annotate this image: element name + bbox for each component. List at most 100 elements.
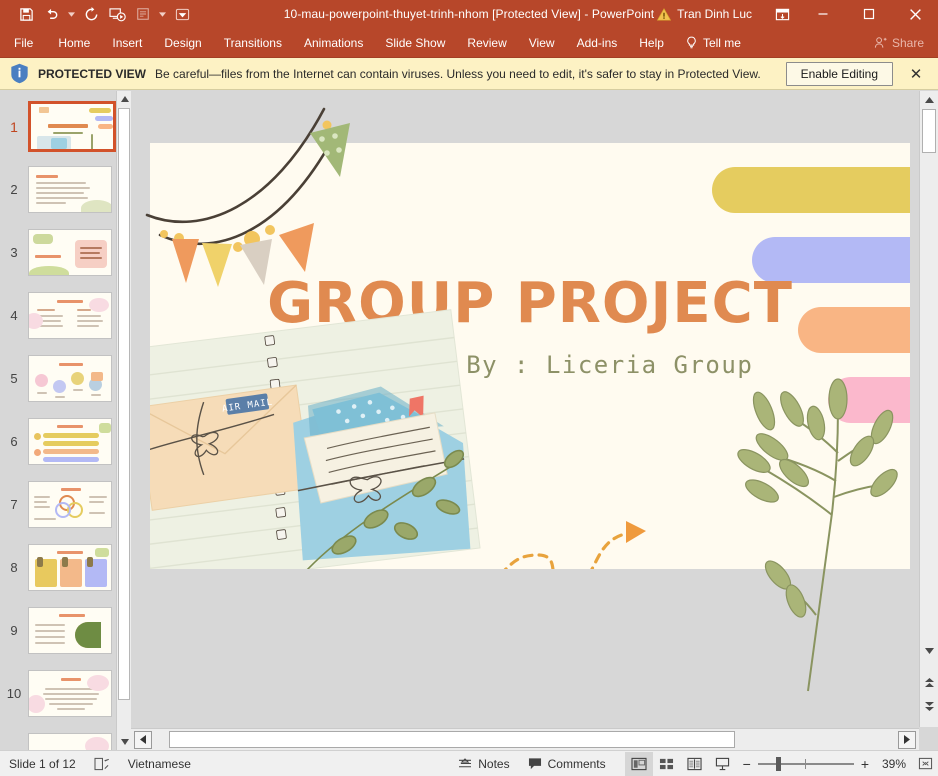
thumbnail-slide-5[interactable]: 5 [0, 347, 131, 410]
comments-button[interactable]: Comments [519, 751, 615, 776]
customize-qat-icon[interactable] [170, 3, 194, 25]
maximize-button[interactable] [846, 0, 892, 28]
protected-view-label: PROTECTED VIEW [38, 67, 146, 81]
slide-number-status[interactable]: Slide 1 of 12 [0, 751, 85, 776]
normal-view-button[interactable] [625, 752, 653, 776]
thumbnail-slide-8[interactable]: 8 [0, 536, 131, 599]
language-status[interactable]: Vietnamese [119, 751, 200, 776]
person-share-icon [874, 36, 887, 49]
tab-animations[interactable]: Animations [293, 28, 374, 57]
slide-sorter-icon [659, 757, 674, 771]
scroll-down-icon[interactable] [920, 642, 938, 659]
zoom-slider[interactable] [758, 763, 854, 765]
scroll-up-icon[interactable] [117, 91, 131, 107]
protected-view-message: Be careful—files from the Internet can c… [155, 67, 761, 81]
next-slide-button[interactable] [920, 698, 938, 715]
close-button[interactable] [892, 0, 938, 28]
thumbnail-slide-4[interactable]: 4 [0, 284, 131, 347]
slide-horizontal-scrollbar[interactable] [131, 728, 919, 750]
scroll-down-icon[interactable] [117, 734, 131, 750]
comments-label: Comments [548, 757, 606, 771]
minimize-button[interactable] [800, 0, 846, 28]
redo-icon[interactable] [79, 3, 103, 25]
thumbnail-number: 7 [0, 497, 28, 512]
fit-slide-to-window-button[interactable] [912, 752, 938, 776]
thumbnail-number: 9 [0, 623, 28, 638]
slide-sorter-view-button[interactable] [653, 752, 681, 776]
normal-view-icon [631, 757, 647, 771]
thumbnail-scrollbar[interactable] [116, 91, 131, 750]
tab-add-ins[interactable]: Add-ins [566, 28, 629, 57]
tab-insert[interactable]: Insert [101, 28, 153, 57]
scroll-up-icon[interactable] [920, 91, 938, 108]
thumbnail-slide-3[interactable]: 3 [0, 221, 131, 284]
slide-editing-area[interactable]: GROUP PROJECT Presented By : Liceria Gro… [131, 91, 919, 727]
botanical-branch-decoration [720, 365, 919, 695]
notes-button[interactable]: Notes [449, 751, 518, 776]
workspace: 1 2 [0, 91, 938, 750]
slide-thumbnail-pane[interactable]: 1 2 [0, 91, 131, 750]
thumbnail-preview [28, 229, 112, 276]
ribbon-display-options-icon[interactable] [764, 0, 800, 28]
vertical-scrollbar-thumb[interactable] [922, 109, 936, 153]
zoom-slider-handle[interactable] [776, 757, 781, 771]
tell-me-label: Tell me [703, 36, 741, 50]
touch-mode-dropdown-icon[interactable] [157, 3, 168, 25]
thumbnail-scrollbar-thumb[interactable] [118, 108, 130, 700]
slide-canvas[interactable]: GROUP PROJECT Presented By : Liceria Gro… [150, 143, 910, 569]
comment-icon [528, 757, 542, 770]
tab-home[interactable]: Home [47, 28, 101, 57]
zoom-percentage[interactable]: 39% [876, 757, 906, 771]
zoom-in-button[interactable]: + [861, 756, 869, 772]
tab-transitions[interactable]: Transitions [213, 28, 293, 57]
thumbnail-preview [28, 544, 112, 591]
thumbnail-preview [28, 292, 112, 339]
slide-show-view-button[interactable] [709, 752, 737, 776]
thumbnail-number: 6 [0, 434, 28, 449]
undo-dropdown-icon[interactable] [66, 3, 77, 25]
start-from-beginning-icon[interactable] [105, 3, 129, 25]
touch-mode-icon[interactable] [131, 3, 155, 25]
slide-vertical-scrollbar[interactable] [919, 91, 938, 727]
tab-slide-show[interactable]: Slide Show [374, 28, 456, 57]
enable-editing-button[interactable]: Enable Editing [786, 62, 893, 86]
thumbnail-slide-9[interactable]: 9 [0, 599, 131, 662]
account-info[interactable]: Tran Dinh Luc [657, 7, 764, 21]
zoom-out-button[interactable]: − [743, 756, 751, 772]
scroll-right-icon[interactable] [898, 731, 916, 749]
title-bar: 10-mau-powerpoint-thuyet-trinh-nhom [Pro… [0, 0, 938, 28]
tab-review[interactable]: Review [456, 28, 517, 57]
scroll-left-icon[interactable] [134, 731, 152, 749]
thumbnail-slide-7[interactable]: 7 [0, 473, 131, 536]
fit-to-window-icon [918, 757, 933, 771]
thumbnail-number: 5 [0, 371, 28, 386]
horizontal-scrollbar-thumb[interactable] [169, 731, 735, 748]
share-button[interactable]: Share [860, 28, 938, 57]
thumbnail-preview [28, 166, 112, 213]
thumbnail-slide-2[interactable]: 2 [0, 158, 131, 221]
tab-design[interactable]: Design [153, 28, 212, 57]
zoom-control[interactable]: − + 39% [737, 756, 912, 772]
dashed-arrow-decoration [480, 495, 660, 569]
shield-info-icon [10, 63, 29, 84]
notes-label: Notes [478, 757, 509, 771]
thumbnail-slide-10[interactable]: 10 [0, 662, 131, 725]
tab-help[interactable]: Help [628, 28, 675, 57]
thumbnail-slide-6[interactable]: 6 [0, 410, 131, 473]
thumbnail-preview [28, 670, 112, 717]
previous-slide-button[interactable] [920, 674, 938, 691]
thumbnail-slide-11[interactable]: 11 [0, 725, 131, 750]
tab-view[interactable]: View [518, 28, 566, 57]
tab-file[interactable]: File [0, 28, 47, 57]
thumbnail-slide-1[interactable]: 1 [0, 95, 131, 158]
undo-icon[interactable] [40, 3, 64, 25]
save-icon[interactable] [14, 3, 38, 25]
thumbnail-preview [28, 481, 112, 528]
tell-me-box[interactable]: Tell me [675, 28, 751, 57]
accessibility-checker-button[interactable] [85, 751, 119, 776]
thumbnail-list: 1 2 [0, 91, 131, 750]
reading-view-button[interactable] [681, 752, 709, 776]
thumbnail-number: 4 [0, 308, 28, 323]
close-banner-icon[interactable]: ✕ [902, 60, 930, 88]
thumbnail-preview [28, 607, 112, 654]
